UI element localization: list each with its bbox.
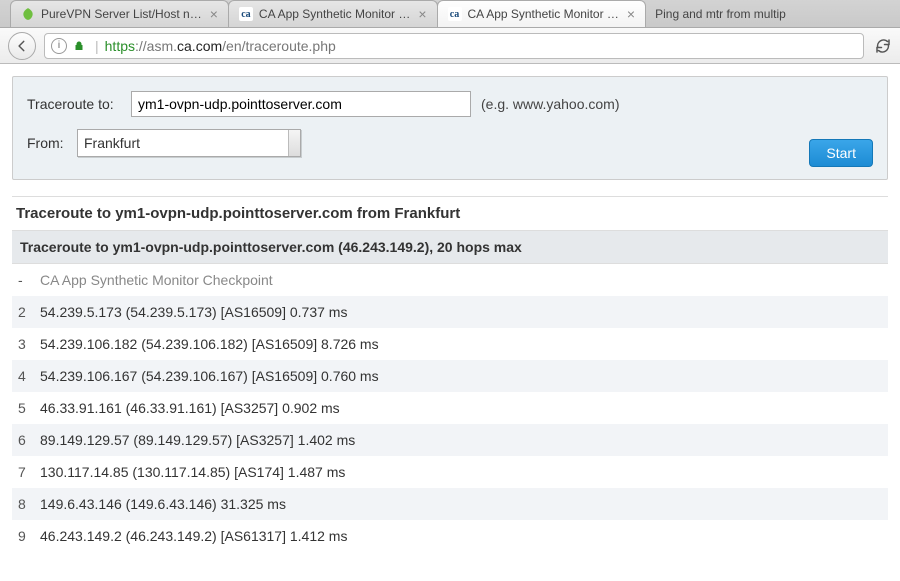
hop-row: 546.33.91.161 (46.33.91.161) [AS3257] 0.… bbox=[12, 392, 888, 424]
browser-tab[interactable]: ca CA App Synthetic Monitor … × bbox=[437, 0, 647, 27]
hop-text: CA App Synthetic Monitor Checkpoint bbox=[40, 272, 882, 288]
hop-index: 7 bbox=[18, 464, 40, 480]
start-button[interactable]: Start bbox=[809, 139, 873, 167]
results-subtitle: Traceroute to ym1-ovpn-udp.pointtoserver… bbox=[12, 230, 888, 264]
hop-row: 254.239.5.173 (54.239.5.173) [AS16509] 0… bbox=[12, 296, 888, 328]
close-icon[interactable]: × bbox=[210, 7, 218, 21]
url-text: https://asm.ca.com/en/traceroute.php bbox=[105, 38, 336, 54]
tab-title: CA App Synthetic Monitor … bbox=[259, 7, 410, 21]
hop-text: 54.239.5.173 (54.239.5.173) [AS16509] 0.… bbox=[40, 304, 882, 320]
hop-index: - bbox=[18, 272, 40, 288]
hop-row: -CA App Synthetic Monitor Checkpoint bbox=[12, 264, 888, 296]
from-select-value: Frankfurt bbox=[84, 135, 140, 151]
hop-text: 46.243.149.2 (46.243.149.2) [AS61317] 1.… bbox=[40, 528, 882, 544]
tab-title: PureVPN Server List/Host n… bbox=[41, 7, 202, 21]
hop-index: 2 bbox=[18, 304, 40, 320]
browser-tab[interactable]: ca CA App Synthetic Monitor … × bbox=[228, 0, 438, 27]
reload-icon bbox=[874, 37, 892, 55]
results-title: Traceroute to ym1-ovpn-udp.pointtoserver… bbox=[12, 197, 888, 230]
browser-tabstrip: PureVPN Server List/Host n… × ca CA App Syn… bbox=[0, 0, 900, 28]
site-info-icon[interactable]: i bbox=[51, 38, 67, 54]
chevron-down-icon bbox=[288, 130, 300, 156]
page-content: Traceroute to: (e.g. www.yahoo.com) From… bbox=[0, 64, 900, 564]
browser-navbar: i | https://asm.ca.com/en/traceroute.php bbox=[0, 28, 900, 64]
ca-favicon-icon: ca bbox=[239, 7, 253, 21]
hop-text: 54.239.106.182 (54.239.106.182) [AS16509… bbox=[40, 336, 882, 352]
hop-row: 7130.117.14.85 (130.117.14.85) [AS174] 1… bbox=[12, 456, 888, 488]
from-label: From: bbox=[27, 135, 73, 151]
hop-index: 3 bbox=[18, 336, 40, 352]
hop-text: 130.117.14.85 (130.117.14.85) [AS174] 1.… bbox=[40, 464, 882, 480]
hop-text: 149.6.43.146 (149.6.43.146) 31.325 ms bbox=[40, 496, 882, 512]
hop-index: 9 bbox=[18, 528, 40, 544]
hop-row: 946.243.149.2 (46.243.149.2) [AS61317] 1… bbox=[12, 520, 888, 552]
hop-index: 6 bbox=[18, 432, 40, 448]
traceroute-form: Traceroute to: (e.g. www.yahoo.com) From… bbox=[12, 76, 888, 180]
reload-button[interactable] bbox=[874, 37, 892, 55]
traceroute-to-label: Traceroute to: bbox=[27, 96, 127, 112]
hop-row: 454.239.106.167 (54.239.106.167) [AS1650… bbox=[12, 360, 888, 392]
hop-row: 689.149.129.57 (89.149.129.57) [AS3257] … bbox=[12, 424, 888, 456]
arrow-left-icon bbox=[15, 39, 29, 53]
close-icon[interactable]: × bbox=[418, 7, 426, 21]
hop-text: 89.149.129.57 (89.149.129.57) [AS3257] 1… bbox=[40, 432, 882, 448]
results-panel: Traceroute to ym1-ovpn-udp.pointtoserver… bbox=[12, 196, 888, 552]
hop-index: 5 bbox=[18, 400, 40, 416]
traceroute-target-input[interactable] bbox=[131, 91, 471, 117]
ca-favicon-icon: ca bbox=[448, 7, 462, 21]
close-icon[interactable]: × bbox=[627, 7, 635, 21]
back-button[interactable] bbox=[8, 32, 36, 60]
hop-row: 8149.6.43.146 (149.6.43.146) 31.325 ms bbox=[12, 488, 888, 520]
browser-tab[interactable]: Ping and mtr from multip bbox=[645, 0, 796, 27]
hop-index: 4 bbox=[18, 368, 40, 384]
hop-text: 46.33.91.161 (46.33.91.161) [AS3257] 0.9… bbox=[40, 400, 882, 416]
browser-tab[interactable]: PureVPN Server List/Host n… × bbox=[10, 0, 229, 27]
tab-title: Ping and mtr from multip bbox=[655, 7, 786, 21]
purevpn-favicon-icon bbox=[21, 7, 35, 21]
from-select[interactable]: Frankfurt bbox=[77, 129, 301, 157]
tab-title: CA App Synthetic Monitor … bbox=[468, 7, 619, 21]
hop-text: 54.239.106.167 (54.239.106.167) [AS16509… bbox=[40, 368, 882, 384]
hop-index: 8 bbox=[18, 496, 40, 512]
traceroute-hint: (e.g. www.yahoo.com) bbox=[481, 96, 620, 112]
hop-row: 354.239.106.182 (54.239.106.182) [AS1650… bbox=[12, 328, 888, 360]
lock-icon bbox=[73, 40, 85, 52]
url-bar[interactable]: i | https://asm.ca.com/en/traceroute.php bbox=[44, 33, 864, 59]
